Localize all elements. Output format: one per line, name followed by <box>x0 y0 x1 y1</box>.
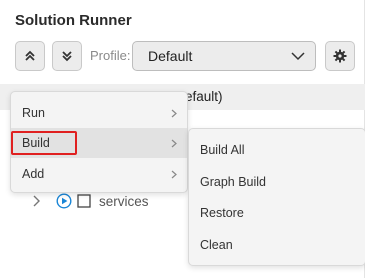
chevrons-down-icon <box>62 51 72 62</box>
submenu-item-graph-build-label: Graph Build <box>200 174 267 189</box>
menu-item-run-label: Run <box>22 106 45 120</box>
menu-item-build[interactable]: Build <box>11 128 187 158</box>
menu-item-add[interactable]: Add <box>11 159 187 189</box>
menu-item-add-label: Add <box>22 167 45 181</box>
gear-icon <box>333 49 347 63</box>
chevron-right-icon <box>171 109 177 118</box>
profile-select-value: Default <box>148 48 193 64</box>
profile-label: Profile: <box>90 48 131 63</box>
panel-title: Solution Runner <box>15 12 132 29</box>
menu-item-build-label: Build <box>22 136 50 150</box>
tree-row-services[interactable]: services <box>32 192 149 210</box>
collapse-all-button[interactable] <box>15 41 45 71</box>
tree-row-profile-text: efault) <box>185 89 223 104</box>
chevron-right-icon <box>171 170 177 179</box>
context-menu: Run Build Add <box>10 91 188 193</box>
run-icon[interactable] <box>56 193 72 209</box>
submenu-item-build-all-label: Build All <box>200 142 245 157</box>
expand-all-button[interactable] <box>52 41 82 71</box>
chevrons-up-icon <box>25 50 35 61</box>
submenu-item-clean-label: Clean <box>200 237 233 252</box>
submenu-item-build-all[interactable]: Build All <box>189 134 365 165</box>
settings-button[interactable] <box>325 41 355 71</box>
chevron-right-icon <box>171 139 177 148</box>
chevron-down-icon <box>291 52 305 61</box>
profile-select[interactable]: Default <box>132 41 316 71</box>
services-label: services <box>99 193 149 209</box>
checkbox-icon[interactable] <box>77 194 91 208</box>
submenu-item-clean[interactable]: Clean <box>189 229 365 260</box>
submenu-item-restore[interactable]: Restore <box>189 197 365 228</box>
build-submenu: Build All Graph Build Restore Clean <box>188 128 365 266</box>
submenu-item-graph-build[interactable]: Graph Build <box>189 166 365 197</box>
submenu-item-restore-label: Restore <box>200 205 244 220</box>
chevron-right-icon[interactable] <box>32 195 42 207</box>
menu-item-run[interactable]: Run <box>11 98 187 128</box>
